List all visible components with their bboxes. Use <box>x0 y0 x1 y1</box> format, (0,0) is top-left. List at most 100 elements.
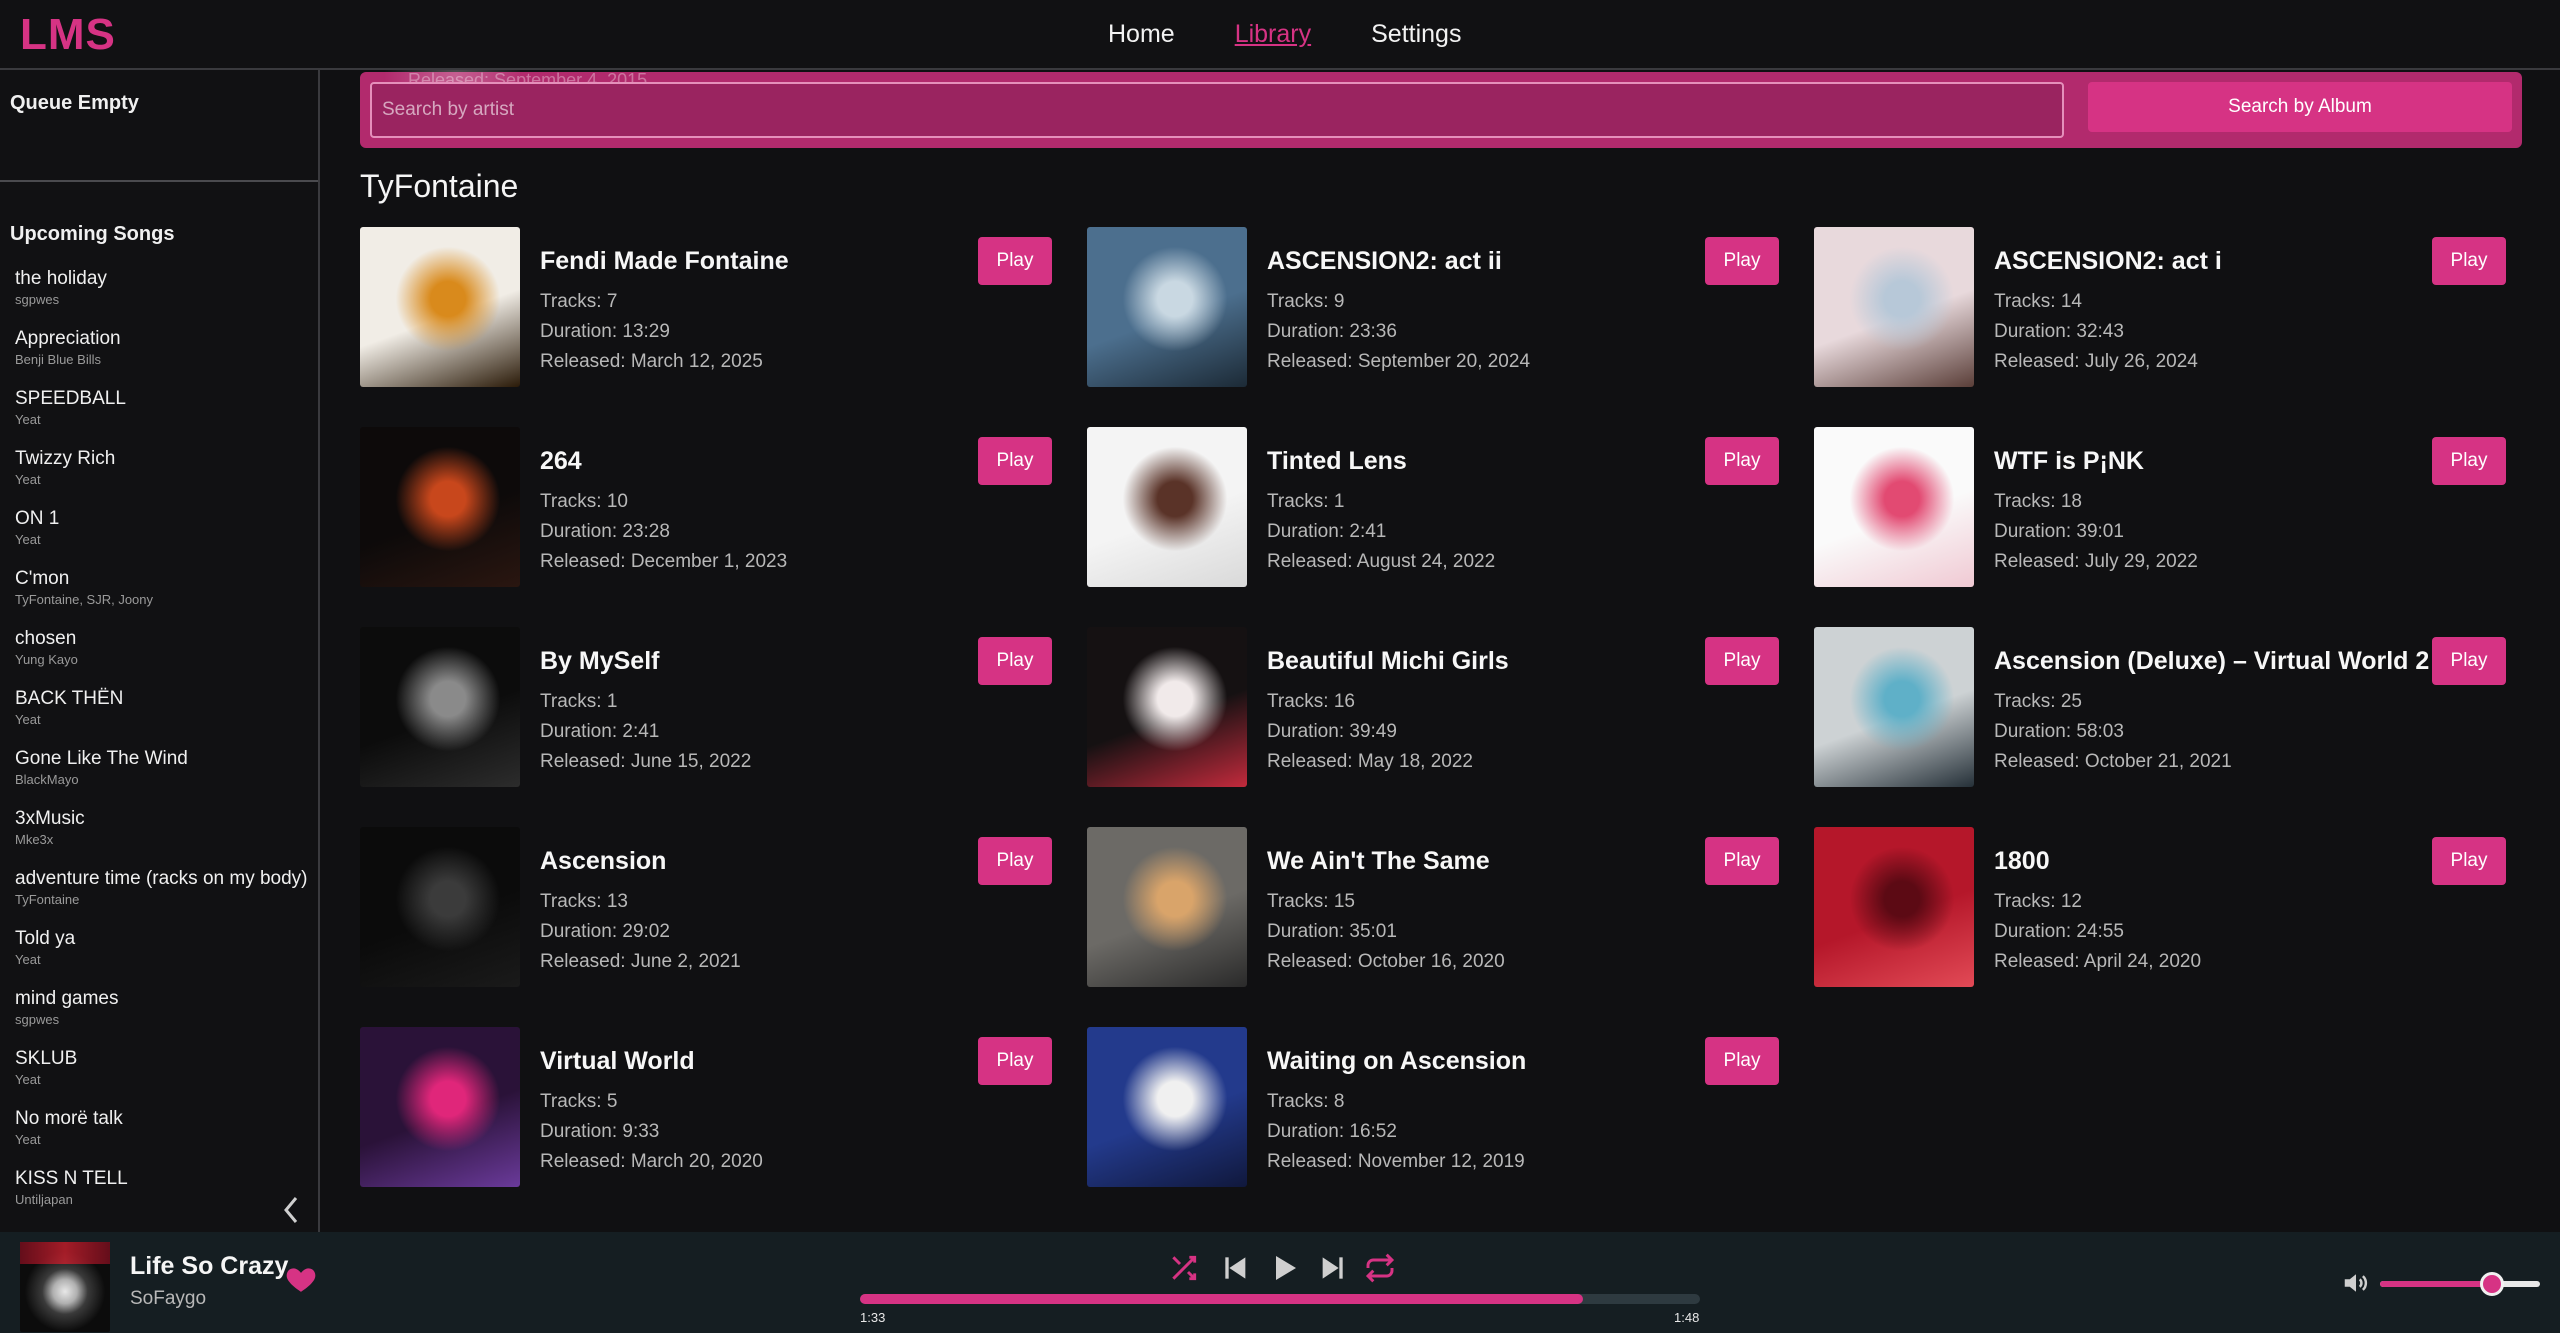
play-album-button[interactable]: Play <box>978 837 1052 885</box>
heart-icon[interactable] <box>284 1262 318 1296</box>
album-cover[interactable] <box>360 827 520 987</box>
upcoming-song-item[interactable]: SKLUB Yeat <box>15 1046 315 1106</box>
upcoming-song-artist: Yeat <box>15 412 41 427</box>
play-album-button[interactable]: Play <box>1705 1037 1779 1085</box>
album-card: Ascension Tracks: 13 Duration: 29:02 Releas… <box>360 827 1070 987</box>
album-cover[interactable] <box>1814 827 1974 987</box>
collapse-sidebar-icon[interactable] <box>278 1190 306 1230</box>
upcoming-song-artist: Yeat <box>15 952 41 967</box>
main-nav: Home Library Settings <box>1108 20 1461 49</box>
album-title[interactable]: WTF is P¡NK <box>1994 447 2144 476</box>
upcoming-song-item[interactable]: chosen Yung Kayo <box>15 626 315 686</box>
album-title[interactable]: Waiting on Ascension <box>1267 1047 1526 1076</box>
album-duration: Duration: 16:52 <box>1267 1121 1397 1142</box>
upcoming-song-item[interactable]: Told ya Yeat <box>15 926 315 986</box>
album-cover[interactable] <box>1087 427 1247 587</box>
album-release-date: Released: November 12, 2019 <box>1267 1151 1525 1172</box>
album-title[interactable]: Beautiful Michi Girls <box>1267 647 1509 676</box>
album-duration: Duration: 39:49 <box>1267 721 1397 742</box>
album-cover[interactable] <box>360 427 520 587</box>
album-cover[interactable] <box>1814 227 1974 387</box>
play-album-button[interactable]: Play <box>2432 437 2506 485</box>
app-logo[interactable]: LMS <box>20 10 116 60</box>
album-title[interactable]: 1800 <box>1994 847 2050 876</box>
repeat-icon[interactable] <box>1364 1252 1396 1284</box>
play-album-button[interactable]: Play <box>1705 637 1779 685</box>
nav-library[interactable]: Library <box>1235 20 1311 49</box>
volume-slider-handle[interactable] <box>2480 1272 2504 1296</box>
upcoming-song-title: chosen <box>15 628 77 649</box>
album-cover[interactable] <box>1087 627 1247 787</box>
album-release-date: Released: July 26, 2024 <box>1994 351 2198 372</box>
upcoming-song-item[interactable]: mind games sgpwes <box>15 986 315 1046</box>
volume-slider[interactable] <box>2380 1272 2540 1296</box>
album-title[interactable]: Ascension (Deluxe) – Virtual World 2 <box>1994 647 2429 676</box>
now-playing-artist[interactable]: SoFaygo <box>130 1288 206 1310</box>
play-album-button[interactable]: Play <box>978 437 1052 485</box>
upcoming-song-item[interactable]: ON 1 Yeat <box>15 506 315 566</box>
album-cover[interactable] <box>360 1027 520 1187</box>
album-card: ASCENSION2: act ii Tracks: 9 Duration: 23:… <box>1087 227 1797 387</box>
album-title[interactable]: By MySelf <box>540 647 659 676</box>
play-album-button[interactable]: Play <box>1705 437 1779 485</box>
album-meta: Tracks: 25 Duration: 58:03 Released: Octob… <box>1994 687 2232 777</box>
play-album-button[interactable]: Play <box>2432 837 2506 885</box>
next-icon[interactable] <box>1316 1252 1348 1284</box>
album-cover[interactable] <box>1087 227 1247 387</box>
album-card: WTF is P¡NK Tracks: 18 Duration: 39:01 Rele… <box>1814 427 2524 587</box>
play-album-button[interactable]: Play <box>978 237 1052 285</box>
play-album-button[interactable]: Play <box>1705 837 1779 885</box>
album-title[interactable]: Fendi Made Fontaine <box>540 247 789 276</box>
previous-icon[interactable] <box>1220 1252 1252 1284</box>
album-cover[interactable] <box>1087 1027 1247 1187</box>
upcoming-song-item[interactable]: No morë talk Yeat <box>15 1106 315 1166</box>
album-meta: Tracks: 18 Duration: 39:01 Released: July … <box>1994 487 2198 577</box>
nav-home[interactable]: Home <box>1108 20 1175 49</box>
shuffle-icon[interactable] <box>1168 1252 1200 1284</box>
album-title[interactable]: Virtual World <box>540 1047 695 1076</box>
play-icon[interactable] <box>1268 1252 1300 1284</box>
upcoming-song-item[interactable]: KISS N TELL Untiljapan <box>15 1166 315 1226</box>
album-cover[interactable] <box>1087 827 1247 987</box>
search-by-album-button[interactable]: Search by Album <box>2088 82 2512 132</box>
nav-settings[interactable]: Settings <box>1371 20 1461 49</box>
album-cover[interactable] <box>360 627 520 787</box>
album-cover[interactable] <box>1814 627 1974 787</box>
album-tracks: Tracks: 10 <box>540 491 628 512</box>
play-album-button[interactable]: Play <box>978 1037 1052 1085</box>
album-title[interactable]: We Ain't The Same <box>1267 847 1490 876</box>
upcoming-song-item[interactable]: the holiday sgpwes <box>15 266 315 326</box>
album-duration: Duration: 58:03 <box>1994 721 2124 742</box>
album-title[interactable]: ASCENSION2: act ii <box>1267 247 1502 276</box>
album-title[interactable]: 264 <box>540 447 582 476</box>
album-release-date: Released: October 21, 2021 <box>1994 751 2232 772</box>
upcoming-song-item[interactable]: C'mon TyFontaine, SJR, Joony <box>15 566 315 626</box>
play-album-button[interactable]: Play <box>1705 237 1779 285</box>
album-duration: Duration: 2:41 <box>540 721 660 742</box>
album-meta: Tracks: 12 Duration: 24:55 Released: April… <box>1994 887 2201 977</box>
album-cover[interactable] <box>1814 427 1974 587</box>
upcoming-song-item[interactable]: SPEEDBALL Yeat <box>15 386 315 446</box>
play-album-button[interactable]: Play <box>2432 637 2506 685</box>
upcoming-song-item[interactable]: Appreciation Benji Blue Bills <box>15 326 315 386</box>
upcoming-song-item[interactable]: 3xMusic Mke3x <box>15 806 315 866</box>
upcoming-song-item[interactable]: Gone Like The Wind BlackMayo <box>15 746 315 806</box>
play-album-button[interactable]: Play <box>978 637 1052 685</box>
upcoming-song-item[interactable]: BACK THËN Yeat <box>15 686 315 746</box>
upcoming-song-title: KISS N TELL <box>15 1168 128 1189</box>
album-cover[interactable] <box>360 227 520 387</box>
upcoming-song-item[interactable]: Twizzy Rich Yeat <box>15 446 315 506</box>
play-album-button[interactable]: Play <box>2432 237 2506 285</box>
playback-progress-fill <box>860 1294 1584 1304</box>
album-title[interactable]: ASCENSION2: act i <box>1994 247 2222 276</box>
album-title[interactable]: Tinted Lens <box>1267 447 1407 476</box>
volume-icon[interactable] <box>2340 1268 2372 1298</box>
album-title[interactable]: Ascension <box>540 847 666 876</box>
album-card: Virtual World Tracks: 5 Duration: 9:33 Rele… <box>360 1027 1070 1187</box>
upcoming-song-item[interactable]: adventure time (racks on my body) TyFonta… <box>15 866 315 926</box>
artist-search-input[interactable] <box>370 82 2064 138</box>
playback-progress-bar[interactable] <box>860 1294 1700 1304</box>
upcoming-song-artist: Yeat <box>15 712 41 727</box>
album-meta: Tracks: 16 Duration: 39:49 Released: May 1… <box>1267 687 1473 777</box>
album-duration: Duration: 23:36 <box>1267 321 1397 342</box>
